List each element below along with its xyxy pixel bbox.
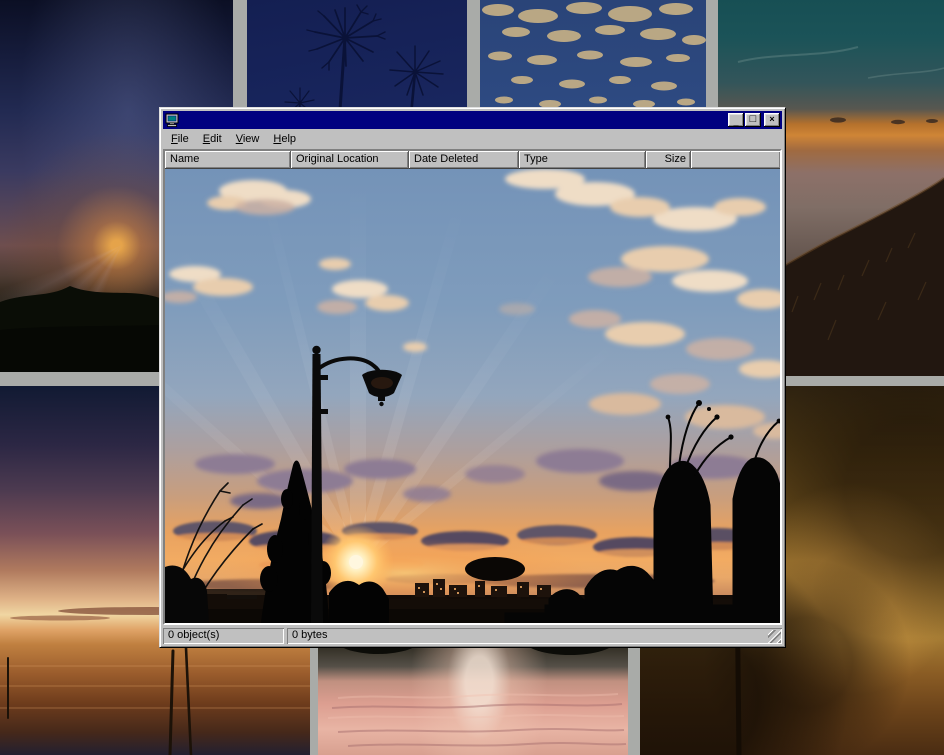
close-button[interactable]: × (764, 113, 780, 127)
column-header-row: Name Original Location Date Deleted Type… (165, 151, 780, 169)
desktop: _ □ × File Edit View Help Name Original … (0, 0, 944, 755)
column-header-blank[interactable] (691, 151, 780, 169)
column-header-name[interactable]: Name (165, 151, 291, 169)
recycle-bin-window: _ □ × File Edit View Help Name Original … (159, 107, 786, 648)
titlebar[interactable]: _ □ × (163, 111, 782, 129)
maximize-button[interactable]: □ (745, 113, 761, 127)
menu-help[interactable]: Help (266, 131, 303, 147)
menu-edit[interactable]: Edit (196, 131, 229, 147)
menu-file[interactable]: File (164, 131, 196, 147)
list-view[interactable] (165, 169, 780, 623)
column-header-date-deleted[interactable]: Date Deleted (409, 151, 519, 169)
menu-bar: File Edit View Help (163, 129, 782, 149)
status-total-size: 0 bytes (287, 628, 782, 644)
column-header-original-location[interactable]: Original Location (291, 151, 409, 169)
minimize-button[interactable]: _ (728, 113, 744, 127)
column-header-size[interactable]: Size (646, 151, 691, 169)
status-object-count: 0 object(s) (163, 628, 284, 644)
column-header-type[interactable]: Type (519, 151, 646, 169)
computer-icon (165, 113, 179, 127)
status-size-text: 0 bytes (292, 629, 327, 641)
list-view-frame: Name Original Location Date Deleted Type… (163, 149, 782, 625)
menu-view[interactable]: View (229, 131, 267, 147)
status-bar: 0 object(s) 0 bytes (163, 628, 782, 644)
sunset-lamp-photo (165, 169, 780, 623)
resize-grip[interactable] (768, 630, 781, 643)
